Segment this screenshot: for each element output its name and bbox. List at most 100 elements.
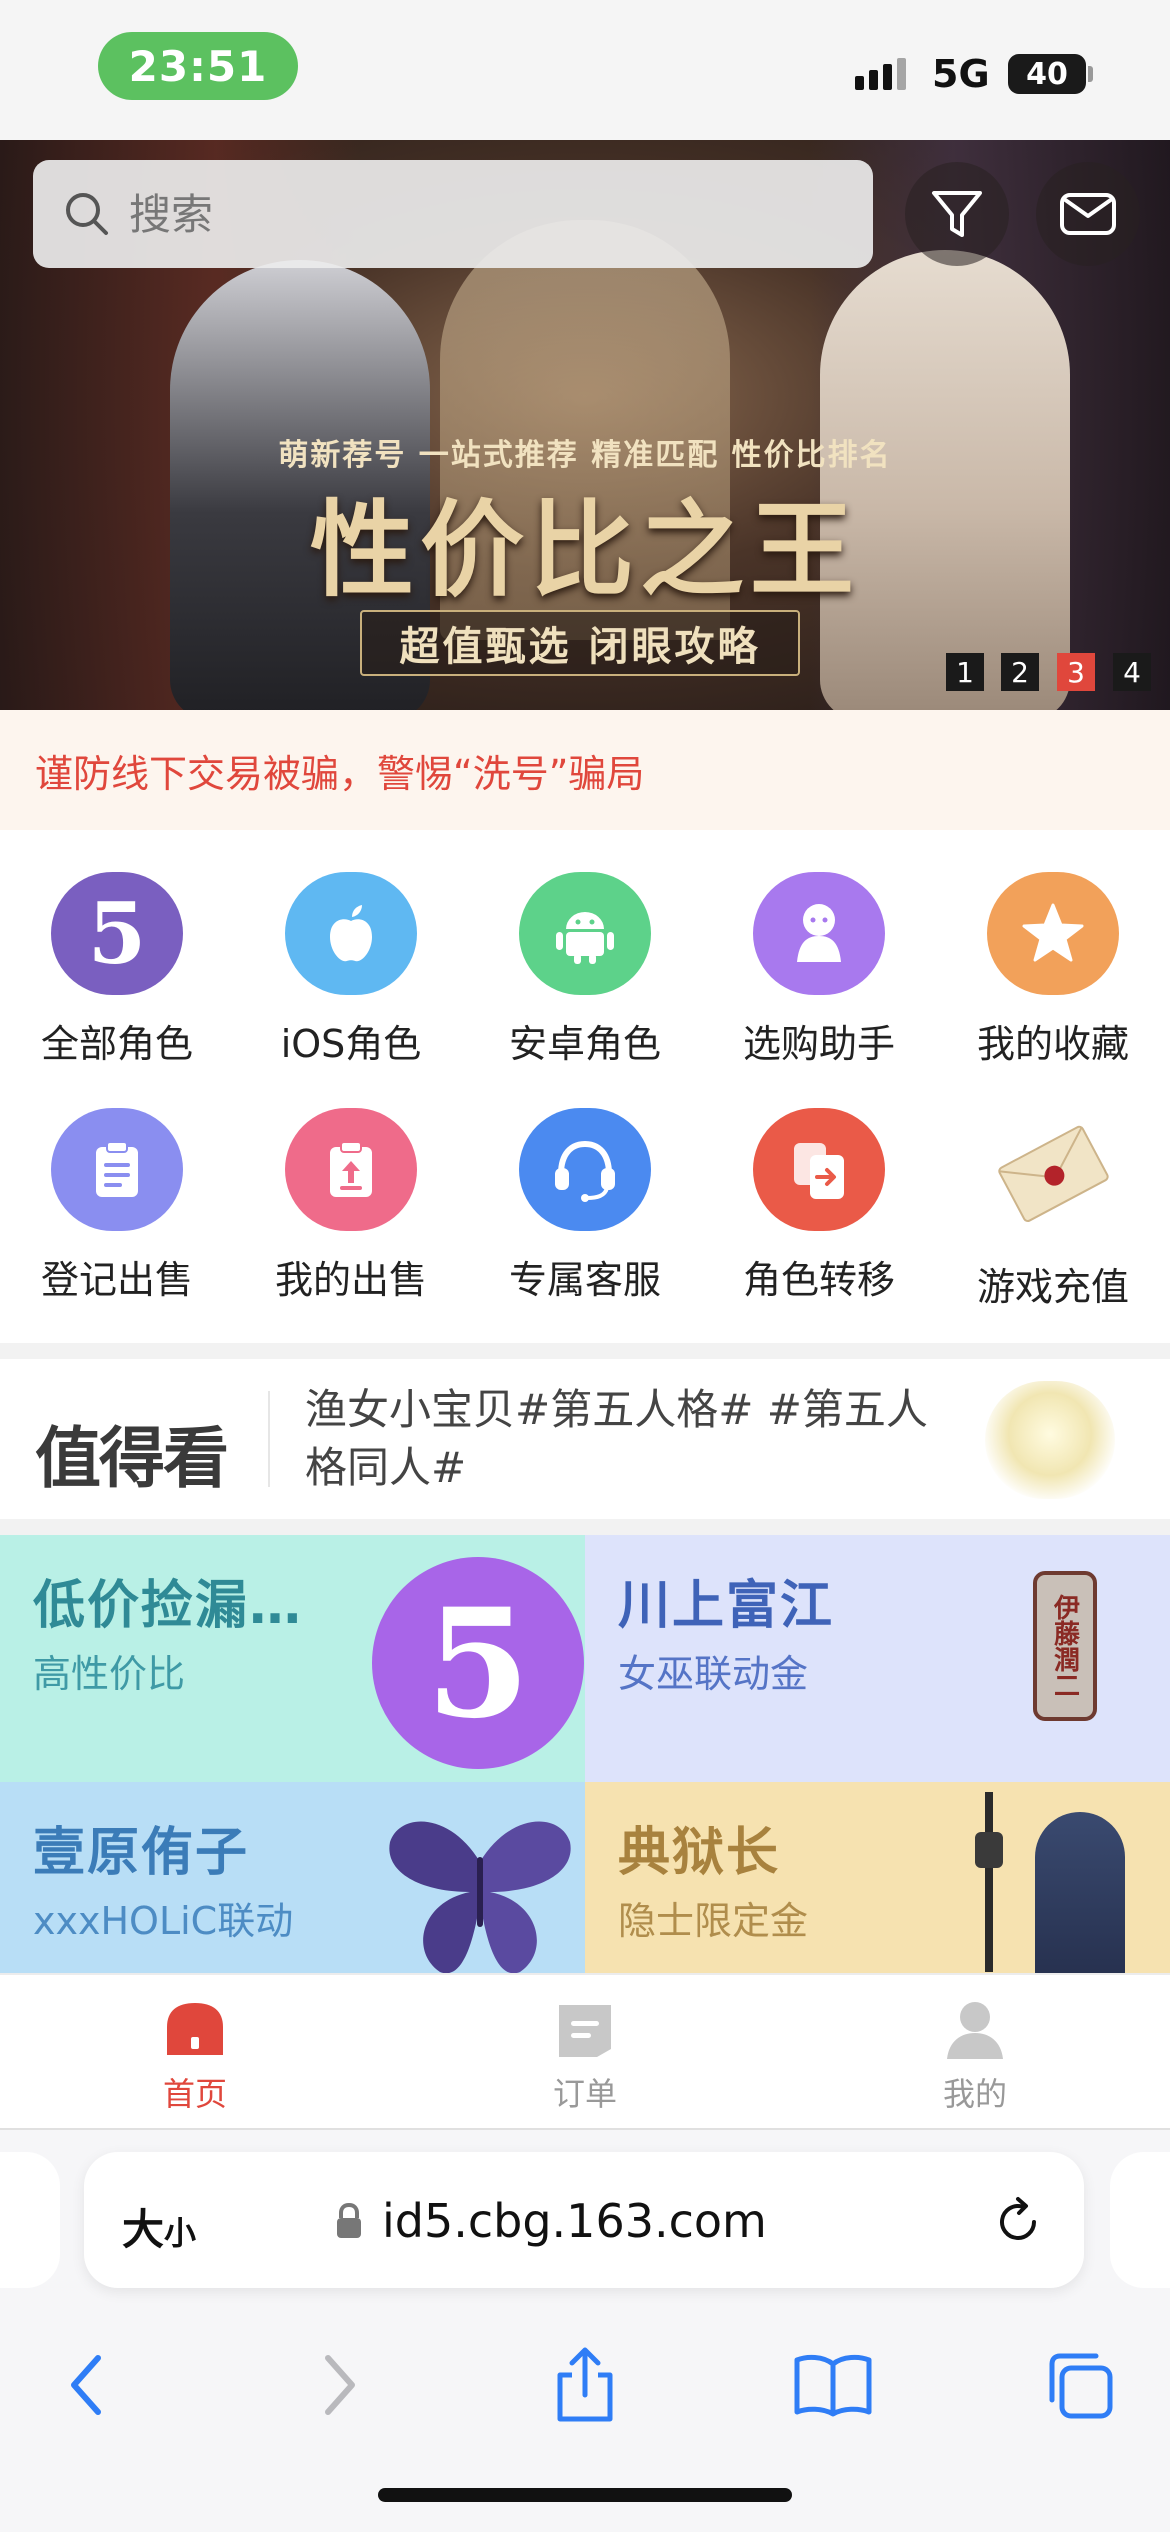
grid-label: iOS角色: [280, 1022, 422, 1066]
shortcut-grid: 5 全部角色 iOS角色 安卓角色 选购助手 我的收藏 登记出售 我的出售 专属…: [0, 848, 1170, 1343]
worth-seeing-thumbnail: [985, 1381, 1115, 1499]
tab-profile[interactable]: 我的: [780, 1997, 1170, 2117]
grid-label: 角色转移: [742, 1258, 895, 1302]
grid-item-game-recharge[interactable]: 游戏充值: [936, 1084, 1170, 1309]
battery-tip: [1088, 66, 1093, 82]
section-divider: [0, 1343, 1170, 1359]
banner-page-4[interactable]: 4: [1113, 653, 1151, 691]
tab-orders[interactable]: 订单: [390, 1997, 780, 2117]
banner-title: 性价比之王: [309, 488, 860, 611]
grid-label: 全部角色: [40, 1022, 193, 1066]
grid-label: 登记出售: [40, 1258, 193, 1302]
grid-label: 游戏充值: [976, 1265, 1129, 1309]
game-logo-icon: 5: [51, 872, 183, 995]
butterfly-image: [389, 1821, 571, 1973]
seal-stamp-image: 伊藤潤二: [1033, 1571, 1097, 1721]
bookmarks-button[interactable]: [778, 2330, 888, 2440]
grid-item-my-favorites[interactable]: 我的收藏: [936, 848, 1170, 1068]
grid-label: 安卓角色: [508, 1022, 661, 1066]
tab-label: 订单: [552, 2075, 617, 2113]
text-size-large: 大: [122, 2205, 165, 2254]
grid-label: 我的收藏: [976, 1022, 1129, 1066]
banner-page-3-active[interactable]: 3: [1057, 653, 1095, 691]
worth-seeing-separator: [268, 1391, 270, 1487]
book-icon: [794, 2354, 872, 2417]
card-low-price[interactable]: 低价捡漏… 高性价比 5: [0, 1535, 585, 1782]
tab-label: 我的: [942, 2075, 1007, 2113]
tab-home[interactable]: 首页: [0, 1997, 390, 2117]
address-bar[interactable]: 大小 id5.cbg.163.com: [84, 2152, 1084, 2288]
order-icon: [559, 2005, 611, 2057]
worth-seeing-section[interactable]: 值得看 渔女小宝贝#第五人格# #第五人格同人#: [0, 1359, 1170, 1519]
worth-seeing-text: 渔女小宝贝#第五人格# #第五人格同人#: [305, 1385, 928, 1492]
fraud-notice-text: 谨防线下交易被骗，警惕“洗号”骗局: [35, 751, 645, 796]
status-time[interactable]: 23:51: [98, 32, 298, 100]
back-button[interactable]: [32, 2330, 142, 2440]
previous-tab-peek[interactable]: [0, 2152, 60, 2288]
url-text: id5.cbg.163.com: [382, 2194, 767, 2248]
status-bar: 23:51 5G 40: [0, 0, 1170, 140]
card-ichihara-yuko[interactable]: 壹原侑子 xxxHOLiC联动: [0, 1782, 585, 1973]
assistant-icon: [753, 872, 885, 995]
section-divider: [0, 1519, 1170, 1535]
grid-item-register-sale[interactable]: 登记出售: [0, 1084, 234, 1304]
forward-button[interactable]: [284, 2330, 394, 2440]
url-display[interactable]: id5.cbg.163.com: [334, 2194, 767, 2248]
search-input[interactable]: [129, 189, 829, 239]
grid-item-my-sales[interactable]: 我的出售: [234, 1084, 468, 1304]
home-indicator[interactable]: [378, 2488, 792, 2502]
grid-label: 选购助手: [742, 1022, 895, 1066]
banner-page-1[interactable]: 1: [946, 653, 984, 691]
banner-page-2[interactable]: 2: [1001, 653, 1039, 691]
headset-icon: [519, 1108, 651, 1231]
mail-icon: [1060, 193, 1116, 235]
tabs-button[interactable]: [1024, 2330, 1134, 2440]
android-icon: [519, 872, 651, 995]
upload-icon: [285, 1108, 417, 1231]
filter-button[interactable]: [905, 162, 1009, 266]
card-subtitle: 隐士限定金: [618, 1899, 809, 1943]
banner-tagline: 超值甄选 闭眼攻略: [360, 610, 800, 676]
signal-icon: [855, 58, 906, 90]
star-icon: [987, 872, 1119, 995]
chevron-right-icon: [325, 2355, 355, 2415]
share-icon: [557, 2347, 613, 2422]
search-bar[interactable]: [33, 160, 873, 268]
card-kawakami-tomie[interactable]: 川上富江 女巫联动金 伊藤潤二: [585, 1535, 1170, 1782]
grid-item-purchase-assistant[interactable]: 选购助手: [702, 848, 936, 1068]
text-size-small: 小: [164, 2214, 197, 2252]
message-button[interactable]: [1036, 162, 1140, 266]
bottom-tab-bar: 首页 订单 我的: [0, 1973, 1170, 2128]
grid-item-all-roles[interactable]: 5 全部角色: [0, 848, 234, 1068]
card-title: 典狱长: [618, 1823, 781, 1883]
grid-label: 我的出售: [274, 1258, 427, 1302]
share-button[interactable]: [530, 2330, 640, 2440]
grid-item-role-transfer[interactable]: 角色转移: [702, 1084, 936, 1304]
lock-icon: [337, 2202, 361, 2238]
warden-character-image: [975, 1792, 1165, 1973]
fraud-notice[interactable]: 谨防线下交易被骗，警惕“洗号”骗局: [0, 710, 1170, 830]
next-tab-peek[interactable]: [1110, 2152, 1170, 2288]
card-title: 川上富江: [618, 1576, 835, 1636]
battery-icon: 40: [1008, 54, 1086, 94]
card-subtitle: 女巫联动金: [618, 1652, 809, 1696]
card-title: 低价捡漏…: [33, 1576, 304, 1636]
network-label: 5G: [932, 52, 990, 96]
svg-text:5: 5: [88, 889, 146, 979]
filter-icon: [932, 191, 982, 237]
card-warden[interactable]: 典狱长 隐士限定金: [585, 1782, 1170, 1973]
transfer-icon: [753, 1108, 885, 1231]
battery-level: 40: [1026, 56, 1068, 92]
search-icon: [66, 193, 108, 235]
card-title: 壹原侑子: [33, 1823, 250, 1883]
card-subtitle: xxxHOLiC联动: [33, 1899, 294, 1943]
tab-label: 首页: [162, 2075, 227, 2113]
grid-item-android-roles[interactable]: 安卓角色: [468, 848, 702, 1068]
card-subtitle: 高性价比: [33, 1652, 186, 1696]
reload-icon[interactable]: [992, 2196, 1044, 2248]
svg-text:5: 5: [426, 1588, 530, 1738]
grid-item-ios-roles[interactable]: iOS角色: [234, 848, 468, 1068]
clipboard-icon: [51, 1108, 183, 1231]
text-size-button[interactable]: 大小: [122, 2196, 196, 2257]
grid-item-customer-service[interactable]: 专属客服: [468, 1084, 702, 1304]
